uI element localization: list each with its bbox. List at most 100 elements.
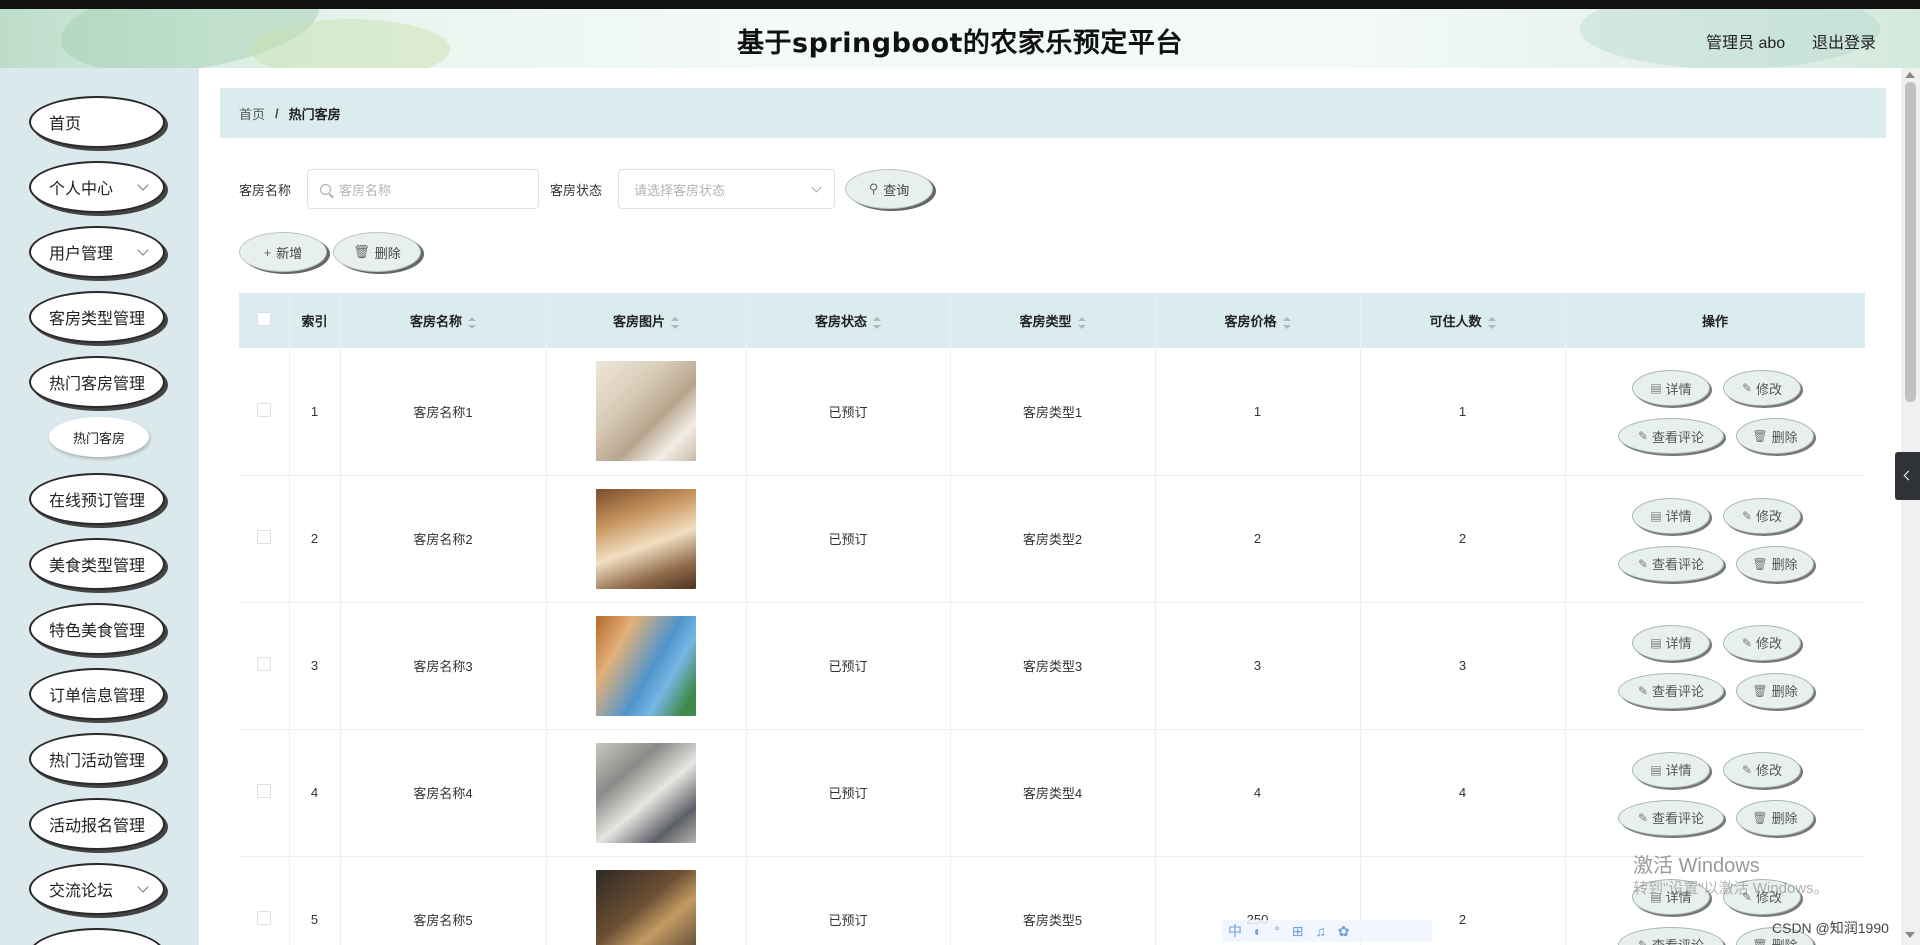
scroll-up-arrow-icon[interactable] xyxy=(1905,72,1915,78)
cell-actions: ▤详情 ✎修改 ✎查看评论 🗑删除 xyxy=(1565,729,1865,857)
sort-icon[interactable] xyxy=(671,316,679,329)
delete-button-label: 删除 xyxy=(374,245,401,261)
row-select-cell[interactable] xyxy=(239,856,290,945)
row-select-cell[interactable] xyxy=(239,729,290,857)
row-select-cell[interactable] xyxy=(239,602,290,730)
sidebar-item-forum[interactable]: 交流论坛 xyxy=(29,863,165,915)
detail-button[interactable]: ▤ 详情 xyxy=(1632,624,1710,661)
view-comments-button[interactable]: ✎查看评论 xyxy=(1618,418,1724,455)
column-header-status[interactable]: 客房状态 xyxy=(746,293,951,348)
table-row: 2 客房名称2 已预订 客房类型2 2 2 ▤ 详情 ✎ 修改 ✎ 查看评论 🗑 删除 xyxy=(239,475,1865,603)
row-checkbox[interactable] xyxy=(256,784,271,798)
row-checkbox[interactable] xyxy=(256,911,271,925)
sort-icon[interactable] xyxy=(1077,316,1086,329)
table-header-row: 索引 客房名称 客房图片 客房状态 客房类型 客房价格 可住人数 操作 xyxy=(239,293,1865,348)
cell-index: 1 xyxy=(289,348,341,476)
breadcrumb-home[interactable]: 首页 xyxy=(239,104,265,123)
column-header-image[interactable]: 客房图片 xyxy=(546,293,747,348)
sidebar-item-label: 个人中心 xyxy=(49,181,114,198)
edit-button[interactable]: ✎ 修改 xyxy=(1723,751,1801,788)
sidebar-item-special-food-management[interactable]: 特色美食管理 xyxy=(29,603,165,655)
room-thumbnail[interactable] xyxy=(596,361,696,462)
room-thumbnail[interactable] xyxy=(596,742,696,843)
sort-icon[interactable] xyxy=(873,316,881,329)
edit-button[interactable]: ✎ 修改 xyxy=(1723,370,1801,407)
sort-icon[interactable] xyxy=(468,316,476,329)
collapse-panel-tab[interactable] xyxy=(1895,452,1920,500)
cell-room-image xyxy=(546,475,747,603)
sidebar-item-order-management[interactable]: 订单信息管理 xyxy=(29,668,165,720)
detail-button[interactable]: ▤ 详情 xyxy=(1632,370,1710,407)
sidebar-item-room-type-management[interactable]: 客房类型管理 xyxy=(29,291,165,343)
trash-icon: 🗑 xyxy=(1752,556,1768,571)
row-checkbox[interactable] xyxy=(256,530,271,544)
sidebar-item-label: 热门活动管理 xyxy=(49,753,146,770)
activate-windows-subtitle: 转到"设置"以激活 Windows。 xyxy=(1633,880,1829,897)
view-comments-button[interactable]: ✎查看评论 xyxy=(1618,545,1724,582)
edit-button[interactable]: ✎ 修改 xyxy=(1723,624,1801,661)
scroll-down-arrow-icon[interactable] xyxy=(1905,932,1915,938)
row-checkbox[interactable] xyxy=(256,402,271,417)
edit-icon: ✎ xyxy=(1637,429,1649,444)
room-thumbnail[interactable] xyxy=(596,488,696,589)
detail-button[interactable]: ▤ 详情 xyxy=(1632,751,1710,788)
sidebar-item-food-type-management[interactable]: 美食类型管理 xyxy=(29,538,165,590)
room-thumbnail[interactable] xyxy=(596,869,696,945)
room-thumbnail[interactable] xyxy=(596,615,696,716)
delete-button[interactable]: 🗑删除 xyxy=(1736,418,1814,455)
sort-icon[interactable] xyxy=(1282,316,1291,329)
room-name-input[interactable]: 客房名称 xyxy=(307,169,539,209)
row-checkbox[interactable] xyxy=(256,657,271,671)
cell-actions: ▤详情 ✎修改 ✎查看评论 🗑删除 xyxy=(1565,602,1865,730)
select-all-checkbox[interactable] xyxy=(256,312,271,326)
column-header-price[interactable]: 客房价格 xyxy=(1155,293,1361,348)
sidebar-item-label: 在线预订管理 xyxy=(49,493,146,510)
sidebar-item-activity-signup-management[interactable]: 活动报名管理 xyxy=(29,798,165,850)
document-icon: ▤ xyxy=(1650,508,1662,523)
edit-icon: ✎ xyxy=(1637,937,1649,945)
logout-button[interactable]: 退出登录 xyxy=(1812,29,1876,53)
row-actions: ▤详情 ✎修改 ✎查看评论 🗑删除 xyxy=(1615,743,1815,843)
delete-button[interactable]: 🗑删除 xyxy=(1736,545,1814,582)
room-status-label: 客房状态 xyxy=(550,183,603,198)
room-status-select[interactable]: 请选择客房状态 xyxy=(618,169,835,209)
sidebar-item-home[interactable]: 首页 xyxy=(29,96,165,148)
column-header-capacity[interactable]: 可住人数 xyxy=(1360,293,1566,348)
sidebar-subitem-hot-rooms[interactable]: 热门客房 xyxy=(49,417,149,457)
sidebar-item-user-management[interactable]: 用户管理 xyxy=(29,226,165,278)
sidebar-item-personal-center[interactable]: 个人中心 xyxy=(29,161,165,213)
app-title: 基于springboot的农家乐预定平台 xyxy=(737,28,1183,59)
add-button[interactable]: + 新增 xyxy=(239,232,327,272)
sidebar-item-hot-room-management[interactable]: 热门客房管理 xyxy=(29,356,165,408)
select-all-cell[interactable] xyxy=(239,293,290,348)
cell-room-image xyxy=(546,729,747,857)
query-button[interactable]: ⚲ 查询 xyxy=(845,169,933,209)
column-header-name[interactable]: 客房名称 xyxy=(340,293,547,348)
cell-room-status: 已预订 xyxy=(746,856,951,945)
batch-delete-button[interactable]: 🗑 删除 xyxy=(333,232,421,272)
delete-label: 删除 xyxy=(1771,684,1798,699)
delete-button[interactable]: 🗑删除 xyxy=(1736,672,1814,709)
detail-button[interactable]: ▤ 详情 xyxy=(1632,497,1710,534)
row-select-cell[interactable] xyxy=(239,348,290,476)
view-comments-button[interactable]: ✎查看评论 xyxy=(1618,926,1724,945)
query-button-label: 查询 xyxy=(883,182,910,198)
search-icon xyxy=(320,183,331,195)
scroll-thumb[interactable] xyxy=(1905,82,1916,402)
sort-icon[interactable] xyxy=(1487,316,1496,329)
edit-button[interactable]: ✎ 修改 xyxy=(1723,497,1801,534)
cell-room-price: 1 xyxy=(1155,348,1361,476)
view-comments-button[interactable]: ✎查看评论 xyxy=(1618,799,1724,836)
table-row: 3 客房名称3 已预订 客房类型3 3 3 ▤ 详情 ✎ 修改 ✎ 查看评论 🗑 删除 xyxy=(239,602,1865,730)
sidebar-item-hot-activity-management[interactable]: 热门活动管理 xyxy=(29,733,165,785)
table-row: 5客房名称5已预订客房类型52502▤详情✎修改✎查看评论🗑删除 xyxy=(239,856,1865,945)
delete-button[interactable]: 🗑删除 xyxy=(1736,799,1814,836)
row-select-cell[interactable] xyxy=(239,475,290,603)
cell-room-name: 客房名称5 xyxy=(340,856,547,945)
view-comments-button[interactable]: ✎查看评论 xyxy=(1618,672,1724,709)
sidebar-item-more[interactable] xyxy=(29,928,165,945)
cell-room-name: 客房名称1 xyxy=(340,348,547,476)
column-header-type[interactable]: 客房类型 xyxy=(950,293,1156,348)
sidebar-item-online-booking-management[interactable]: 在线预订管理 xyxy=(29,473,165,525)
cell-room-name: 客房名称4 xyxy=(340,729,547,857)
